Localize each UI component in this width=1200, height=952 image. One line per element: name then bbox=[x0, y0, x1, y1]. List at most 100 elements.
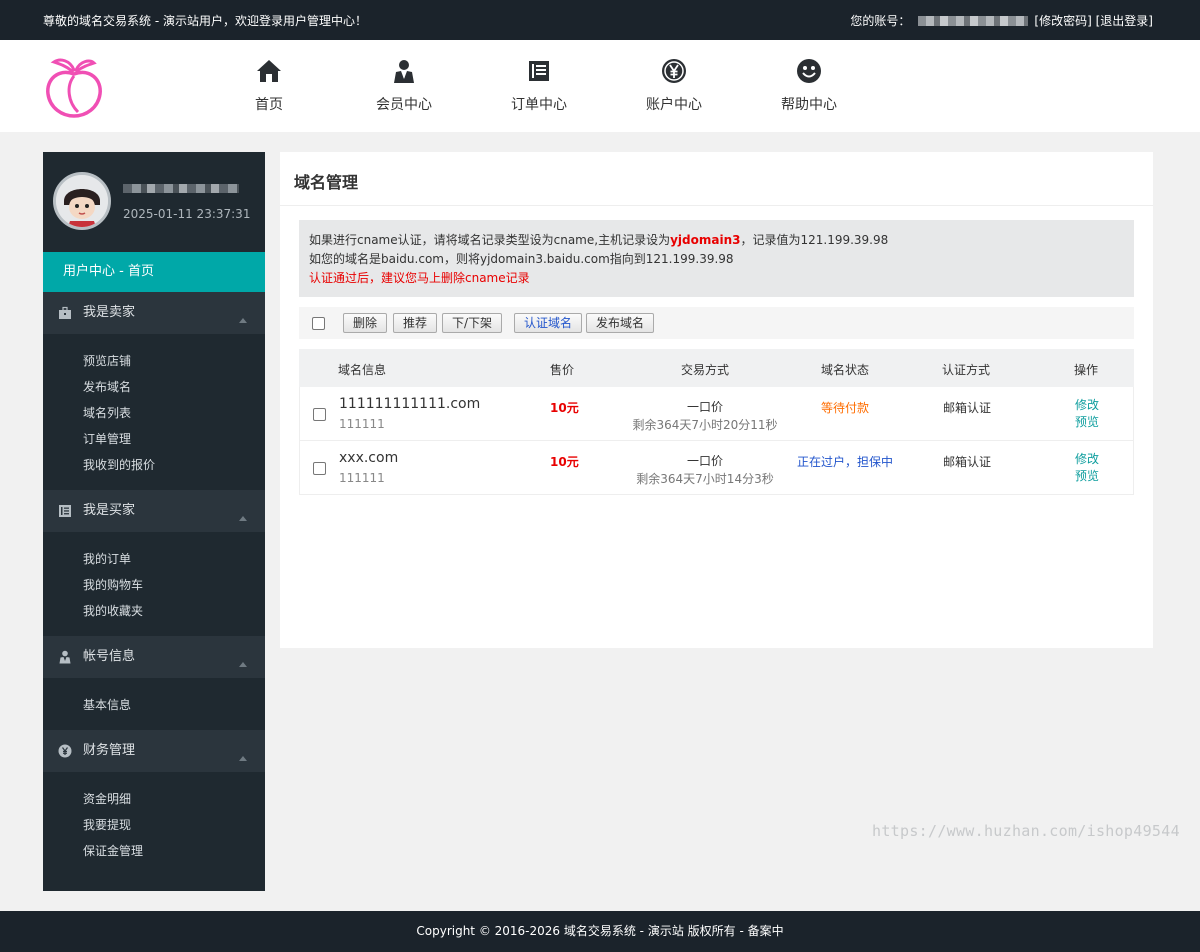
verify-method: 邮箱认证 bbox=[943, 455, 992, 469]
verify-method: 邮箱认证 bbox=[943, 401, 992, 415]
account-label: 您的账号： bbox=[850, 14, 911, 28]
sidebar-item-withdraw[interactable]: 我要提现 bbox=[43, 812, 265, 838]
watermark: https://www.huzhan.com/ishop49544 bbox=[872, 822, 1180, 840]
domain-status: 等待付款 bbox=[820, 401, 869, 415]
nav-label: 帮助中心 bbox=[781, 97, 837, 113]
column-header: 域名状态 bbox=[821, 363, 870, 377]
sidebar-group-seller[interactable]: 我是卖家 bbox=[43, 292, 265, 334]
preview-link[interactable]: 预览 bbox=[1075, 414, 1099, 431]
nav-help-center[interactable]: 帮助中心 bbox=[764, 58, 854, 114]
preview-link[interactable]: 预览 bbox=[1075, 468, 1099, 485]
nav-label: 账户中心 bbox=[646, 97, 702, 113]
notice-text: 如果进行cname认证，请将域名记录类型设为cname,主机记录设为 bbox=[309, 233, 671, 247]
sidebar-item-domain-list[interactable]: 域名列表 bbox=[43, 400, 265, 426]
sidebar-home-link[interactable]: 用户中心 - 首页 bbox=[43, 252, 265, 292]
nav-order-center[interactable]: 订单中心 bbox=[494, 58, 584, 114]
yen-coin-icon bbox=[662, 59, 686, 83]
caret-up-icon bbox=[239, 662, 247, 667]
sidebar-item-fund-details[interactable]: 资金明细 bbox=[43, 786, 265, 812]
notice-text: ，记录值为121.199.39.98 bbox=[740, 233, 889, 247]
page-title: 域名管理 bbox=[294, 173, 359, 192]
nav-home[interactable]: 首页 bbox=[224, 58, 314, 114]
logout-link[interactable]: [退出登录] bbox=[1096, 12, 1153, 29]
domain-status: 正在过户，担保中 bbox=[796, 455, 893, 469]
user-suit-icon bbox=[59, 650, 71, 664]
nav-member-center[interactable]: 会员中心 bbox=[359, 58, 449, 114]
time-remaining: 剩余364天7小时14分3秒 bbox=[636, 472, 774, 486]
top-bar: 尊敬的域名交易系统 - 演示站用户，欢迎登录用户管理中心！ 您的账号： [修改密… bbox=[0, 0, 1200, 40]
main-panel: 域名管理 如果进行cname认证，请将域名记录类型设为cname,主机记录设为y… bbox=[280, 152, 1153, 648]
peach-logo[interactable] bbox=[44, 56, 104, 118]
change-password-link[interactable]: [修改密码] bbox=[1034, 12, 1091, 29]
sidebar-item-deposit-manage[interactable]: 保证金管理 bbox=[43, 838, 265, 864]
sidebar-item-my-favorites[interactable]: 我的收藏夹 bbox=[43, 598, 265, 624]
header: 首页 会员中心 订单中心 账户中心 帮助中心 bbox=[0, 40, 1200, 132]
table-row: 111111111111.com 111111 10元 一口价 剩余364天7小… bbox=[299, 387, 1134, 441]
sidebar-item-basic-info[interactable]: 基本信息 bbox=[43, 692, 265, 718]
footer: Copyright © 2016-2026 域名交易系统 - 演示站 版权所有 … bbox=[0, 911, 1200, 952]
verify-domain-button[interactable]: 认证域名 bbox=[514, 313, 583, 333]
sidebar-group-title: 我是卖家 bbox=[83, 305, 136, 320]
host-record-highlight: yjdomain3 bbox=[670, 233, 741, 247]
domain-name[interactable]: 111111111111.com bbox=[339, 396, 480, 412]
shelf-toggle-button[interactable]: 下/下架 bbox=[442, 313, 503, 333]
caret-up-icon bbox=[239, 756, 247, 761]
yen-coin-icon bbox=[58, 744, 72, 758]
ledger-icon bbox=[529, 61, 549, 81]
nav-label: 首页 bbox=[255, 97, 283, 113]
nav-label: 会员中心 bbox=[376, 97, 432, 113]
sidebar-group-buyer[interactable]: 我是买家 bbox=[43, 490, 265, 532]
sidebar-group-title: 财务管理 bbox=[83, 743, 136, 758]
account-name-redacted bbox=[918, 15, 1029, 26]
caret-up-icon bbox=[239, 318, 247, 323]
user-suit-icon bbox=[394, 60, 414, 83]
sidebar-item-my-cart[interactable]: 我的购物车 bbox=[43, 572, 265, 598]
sidebar-item-preview-shop[interactable]: 预览店铺 bbox=[43, 348, 265, 374]
recommend-button[interactable]: 推荐 bbox=[393, 313, 438, 333]
sidebar: 2025-01-11 23:37:31 用户中心 - 首页 我是卖家 预览店铺 … bbox=[43, 152, 265, 891]
user-profile: 2025-01-11 23:37:31 bbox=[43, 152, 265, 252]
sidebar-item-order-manage[interactable]: 订单管理 bbox=[43, 426, 265, 452]
divider bbox=[280, 205, 1153, 206]
edit-link[interactable]: 修改 bbox=[1075, 451, 1099, 468]
caret-up-icon bbox=[239, 516, 247, 521]
cname-notice: 如果进行cname认证，请将域名记录类型设为cname,主机记录设为yjdoma… bbox=[299, 220, 1134, 297]
sidebar-group-account-items: 基本信息 bbox=[43, 678, 265, 730]
domain-price: 10元 bbox=[550, 401, 579, 415]
sidebar-group-title: 我是买家 bbox=[83, 503, 136, 518]
table-row: xxx.com 111111 10元 一口价 剩余364天7小时14分3秒 正在… bbox=[299, 441, 1134, 495]
edit-link[interactable]: 修改 bbox=[1075, 397, 1099, 414]
sidebar-item-publish-domain[interactable]: 发布域名 bbox=[43, 374, 265, 400]
domain-table: 域名信息 售价 交易方式 域名状态 认证方式 操作 111111111111.c… bbox=[299, 349, 1134, 495]
column-header: 交易方式 bbox=[681, 363, 730, 377]
sidebar-item-received-offers[interactable]: 我收到的报价 bbox=[43, 452, 265, 478]
table-header: 域名信息 售价 交易方式 域名状态 认证方式 操作 bbox=[299, 349, 1134, 387]
action-toolbar: 删除 推荐 下/下架 认证域名 发布域名 bbox=[299, 307, 1134, 339]
username-redacted bbox=[123, 184, 239, 193]
column-header: 售价 bbox=[550, 363, 575, 377]
select-all-checkbox[interactable] bbox=[312, 317, 325, 330]
welcome-text: 尊敬的域名交易系统 - 演示站用户，欢迎登录用户管理中心！ bbox=[43, 14, 367, 28]
delete-button[interactable]: 删除 bbox=[343, 313, 388, 333]
trade-mode: 一口价 bbox=[686, 400, 723, 414]
domain-name[interactable]: xxx.com bbox=[339, 450, 398, 466]
notice-line-2: 如您的域名是baidu.com，则将yjdomain3.baidu.com指向到… bbox=[309, 252, 734, 266]
sidebar-group-finance-items: 资金明细 我要提现 保证金管理 bbox=[43, 772, 265, 876]
row-checkbox[interactable] bbox=[313, 408, 326, 421]
publish-domain-button[interactable]: 发布域名 bbox=[586, 313, 655, 333]
briefcase-icon bbox=[59, 306, 71, 319]
avatar[interactable] bbox=[53, 172, 111, 230]
sidebar-group-finance[interactable]: 财务管理 bbox=[43, 730, 265, 772]
smiley-icon bbox=[797, 59, 821, 83]
domain-subtext: 111111 bbox=[339, 417, 385, 431]
sidebar-item-my-orders[interactable]: 我的订单 bbox=[43, 546, 265, 572]
trade-mode: 一口价 bbox=[686, 454, 723, 468]
nav-account-center[interactable]: 账户中心 bbox=[629, 58, 719, 114]
sidebar-group-account[interactable]: 帐号信息 bbox=[43, 636, 265, 678]
home-icon bbox=[257, 60, 281, 82]
notice-line-1: 如果进行cname认证，请将域名记录类型设为cname,主机记录设为yjdoma… bbox=[309, 231, 1124, 250]
notice-line-3: 认证通过后，建议您马上删除cname记录 bbox=[309, 271, 530, 285]
sidebar-group-title: 帐号信息 bbox=[83, 649, 136, 664]
row-checkbox[interactable] bbox=[313, 462, 326, 475]
domain-subtext: 111111 bbox=[339, 471, 385, 485]
